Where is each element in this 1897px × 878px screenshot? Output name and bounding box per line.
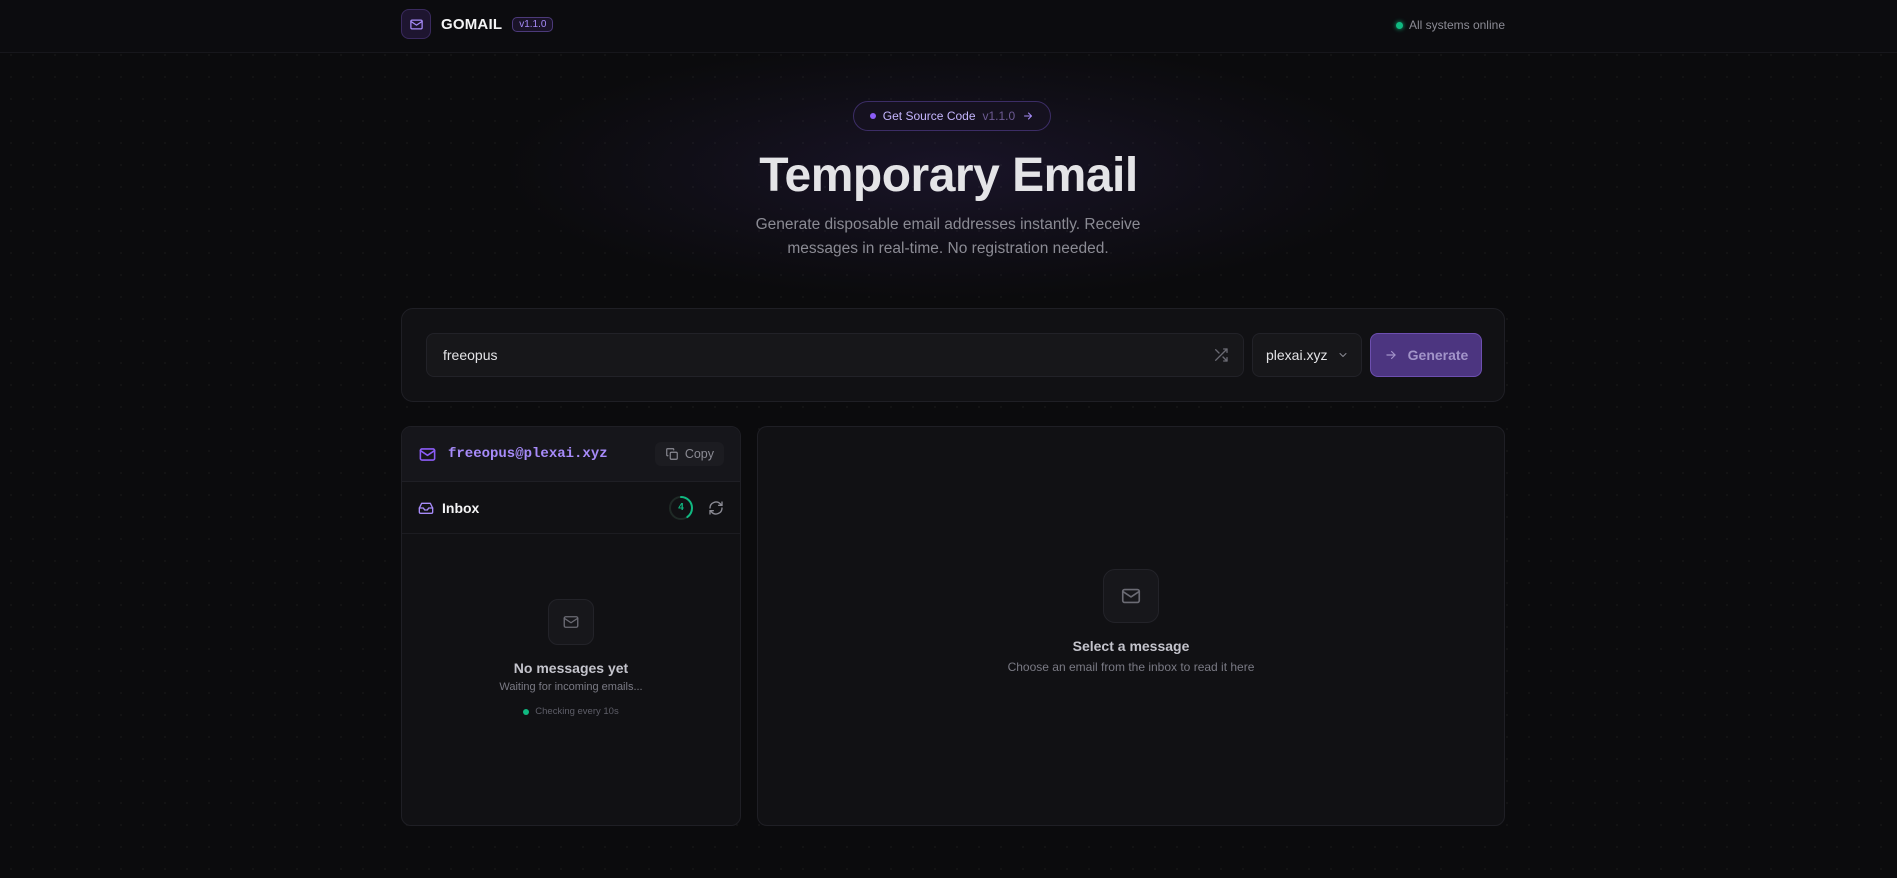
system-status: All systems online	[1395, 18, 1505, 32]
top-bar: GOMAIL v1.1.0 All systems online	[0, 0, 1897, 53]
inbox-icon	[418, 502, 434, 514]
chevron-down-icon	[1339, 353, 1347, 357]
address-row: freeopus@plexai.xyz Copy	[402, 427, 740, 482]
checking-dot-icon	[523, 708, 530, 715]
refresh-icon	[709, 500, 723, 515]
reader-empty-subtitle: Choose an email from the inbox to read i…	[1007, 660, 1255, 674]
refresh-countdown: 4	[668, 495, 694, 521]
empty-subtitle: Waiting for incoming emails...	[499, 681, 643, 693]
domain-select[interactable]: plexai.xyz	[1252, 333, 1362, 377]
inbox-header: Inbox 4	[402, 482, 740, 534]
mail-icon	[563, 616, 579, 628]
mail-icon	[419, 447, 436, 461]
brand-version-badge: v1.1.0	[512, 16, 554, 32]
page-subtitle: Generate disposable email addresses inst…	[755, 216, 1141, 257]
pill-version: v1.1.0	[982, 109, 1016, 123]
status-text: All systems online	[1408, 18, 1505, 32]
countdown-value: 4	[678, 502, 684, 513]
copy-button[interactable]: Copy	[654, 442, 724, 466]
pill-label: Get Source Code	[882, 109, 976, 123]
get-source-code-link[interactable]: Get Source Code v1.1.0	[853, 101, 1051, 131]
shuffle-button[interactable]	[1213, 347, 1229, 363]
reader-empty-state: Select a message Choose an email from th…	[758, 569, 1504, 674]
reader-mail-icon-box	[1103, 569, 1159, 623]
mail-icon	[1121, 588, 1141, 604]
inbox-title: Inbox	[442, 499, 480, 516]
checking-indicator: Checking every 10s	[523, 706, 619, 717]
generate-button-label: Generate	[1407, 347, 1469, 363]
username-input[interactable]	[441, 346, 1213, 364]
username-field[interactable]	[426, 333, 1244, 377]
generate-button[interactable]: Generate	[1370, 333, 1482, 377]
email-address[interactable]: freeopus@plexai.xyz	[448, 446, 655, 462]
generator-card: plexai.xyz Generate	[401, 308, 1505, 402]
empty-title: No messages yet	[513, 660, 629, 676]
brand[interactable]: GOMAIL v1.1.0	[401, 9, 554, 39]
refresh-button[interactable]	[708, 500, 724, 516]
copy-button-label: Copy	[684, 447, 714, 461]
empty-mail-icon-box	[548, 599, 594, 645]
mail-icon	[409, 19, 423, 29]
arrow-right-icon	[1024, 112, 1033, 120]
message-reader-panel: Select a message Choose an email from th…	[757, 426, 1505, 826]
arrow-right-icon	[1385, 350, 1396, 360]
pill-dot-icon	[869, 113, 876, 119]
page-title: Temporary Email	[759, 149, 1138, 202]
copy-icon	[665, 448, 678, 460]
reader-empty-title: Select a message	[1072, 638, 1190, 654]
inbox-panel: freeopus@plexai.xyz Copy Inbox 4 No mess…	[401, 426, 741, 826]
checking-text: Checking every 10s	[535, 706, 619, 717]
status-dot-icon	[1395, 21, 1403, 29]
shuffle-icon	[1215, 348, 1228, 362]
inbox-empty-state: No messages yet Waiting for incoming ema…	[402, 599, 740, 717]
domain-selected-value: plexai.xyz	[1266, 347, 1328, 363]
brand-name: GOMAIL	[441, 15, 503, 33]
brand-logo	[401, 9, 431, 39]
